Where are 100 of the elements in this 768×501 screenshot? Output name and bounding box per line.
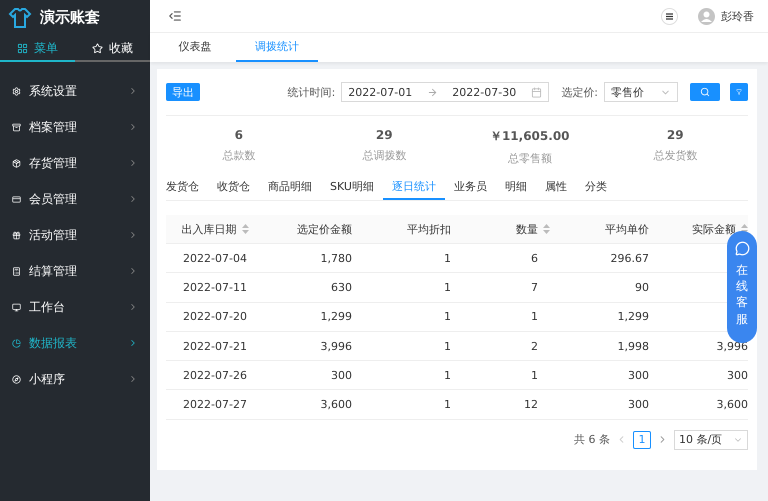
report-tab[interactable]: 业务员 <box>444 174 496 200</box>
report-tab[interactable]: 发货仓 <box>166 174 208 200</box>
sidebar-item[interactable]: 系统设置 <box>0 73 150 109</box>
table-cell: 296.67 <box>610 252 649 265</box>
pie-icon <box>12 338 21 348</box>
price-select[interactable]: 零售价 <box>604 82 678 102</box>
table-cell: 90 <box>635 280 649 294</box>
avatar-icon[interactable] <box>698 8 715 24</box>
report-tab[interactable]: 明细 <box>496 174 536 200</box>
table-cell: 6 <box>531 252 538 265</box>
table-cell: 1 <box>531 310 538 324</box>
column-header: 平均单价 <box>605 222 649 236</box>
card-icon <box>12 194 21 204</box>
monitor-icon <box>12 302 21 312</box>
table-cell: 1 <box>444 252 451 265</box>
report-tab[interactable]: 收货仓 <box>208 174 259 200</box>
box-icon <box>12 158 21 168</box>
chat-icon <box>734 241 750 256</box>
table-cell: 300 <box>628 368 649 382</box>
user-name: 彭玲香 <box>721 8 754 24</box>
sidebar-item[interactable]: 小程序 <box>0 361 150 397</box>
sidebar-item-label: 档案管理 <box>29 118 78 136</box>
calendar-icon <box>531 86 542 98</box>
table-cell: 2022-07-21 <box>183 340 247 353</box>
table-cell: 2022-07-11 <box>183 280 247 294</box>
table-cell: 300 <box>628 398 649 412</box>
report-tab[interactable]: SKU明细 <box>321 174 383 200</box>
sidebar-item-label: 小程序 <box>29 370 66 388</box>
column-header: 数量 <box>516 222 538 236</box>
report-tab[interactable]: 分类 <box>576 174 616 200</box>
table-cell: 1 <box>531 368 538 382</box>
sidebar-item[interactable]: 数据报表 <box>0 325 150 361</box>
filter-button[interactable] <box>730 83 748 101</box>
stat-value: 29 <box>666 128 684 142</box>
report-tab[interactable]: 商品明细 <box>259 174 321 200</box>
table-cell: 2022-07-20 <box>183 310 247 324</box>
sort-icon[interactable] <box>242 224 248 234</box>
table-cell: 1,998 <box>618 340 649 353</box>
page-tab[interactable]: 仪表盘 <box>154 33 236 62</box>
table-cell: 300 <box>727 368 748 382</box>
table-cell: 1,780 <box>320 252 352 265</box>
collapse-menu-icon[interactable] <box>168 9 182 23</box>
gear-icon <box>12 86 21 96</box>
sidebar-item-label: 活动管理 <box>29 226 78 244</box>
table-cell: 12 <box>524 398 538 412</box>
table-cell: 3,600 <box>320 398 352 412</box>
table-cell: 1 <box>444 368 451 382</box>
sidebar-item[interactable]: 存货管理 <box>0 145 150 181</box>
table-cell: 1 <box>444 280 451 294</box>
table-cell: 1 <box>444 310 451 324</box>
table-cell: 3,996 <box>320 340 352 353</box>
logo-icon <box>8 8 32 28</box>
compass-icon <box>12 374 21 384</box>
page-size-select[interactable]: 10 条/页 <box>674 430 748 450</box>
sidebar-item-label: 结算管理 <box>29 262 78 280</box>
gift-icon <box>12 230 21 240</box>
table-cell: 3,600 <box>716 398 748 412</box>
column-header: 选定价金额 <box>297 222 352 236</box>
grid-icon <box>17 43 28 54</box>
column-header: 出入库日期 <box>182 222 236 236</box>
stat-label: 总零售额 <box>508 151 552 166</box>
sidebar-item-label: 数据报表 <box>29 334 78 352</box>
table-cell: 2022-07-04 <box>183 252 247 265</box>
table-cell: 1,299 <box>618 310 649 324</box>
stat-label: 总调拨数 <box>362 148 406 163</box>
stat-label: 总款数 <box>222 148 256 163</box>
report-tab[interactable]: 属性 <box>536 174 576 200</box>
sidebar-item[interactable]: 结算管理 <box>0 253 150 289</box>
star-icon <box>92 43 103 54</box>
table-cell: 1,299 <box>320 310 352 324</box>
stat-value: 29 <box>376 128 393 142</box>
brand-title: 演示账套 <box>40 8 100 27</box>
date-range-field[interactable]: 2022-07-01 2022-07-30 <box>341 82 550 102</box>
sidebar-item[interactable]: 会员管理 <box>0 181 150 217</box>
sidebar-item[interactable]: 档案管理 <box>0 109 150 145</box>
table-cell: 2022-07-27 <box>183 398 247 412</box>
table-cell: 1 <box>444 398 451 412</box>
table-cell: 630 <box>331 280 352 294</box>
column-header: 平均折扣 <box>407 222 451 236</box>
menu-icon[interactable] <box>661 8 678 24</box>
table-cell: 2022-07-26 <box>183 368 247 382</box>
calculator-icon <box>12 266 21 276</box>
sidebar-tab[interactable]: 菜单 <box>0 35 75 62</box>
search-icon <box>700 87 710 97</box>
sidebar-item[interactable]: 工作台 <box>0 289 150 325</box>
sidebar-tab[interactable]: 收藏 <box>75 35 150 62</box>
archive-icon <box>12 122 21 132</box>
stat-value: 6 <box>234 128 243 142</box>
table-cell: 2 <box>531 340 538 353</box>
total-count: 共 6 条 <box>574 432 610 448</box>
stat-label: 总发货数 <box>653 148 698 163</box>
search-button[interactable] <box>690 83 720 101</box>
sidebar-item[interactable]: 活动管理 <box>0 217 150 253</box>
date-label: 统计时间: <box>288 84 336 100</box>
sort-icon[interactable] <box>741 224 748 234</box>
arrow-right-icon <box>427 86 438 98</box>
sort-icon[interactable] <box>543 224 550 234</box>
sidebar-item-label: 会员管理 <box>29 190 78 208</box>
sidebar-item-label: 存货管理 <box>29 154 78 172</box>
table-cell: 300 <box>331 368 352 382</box>
